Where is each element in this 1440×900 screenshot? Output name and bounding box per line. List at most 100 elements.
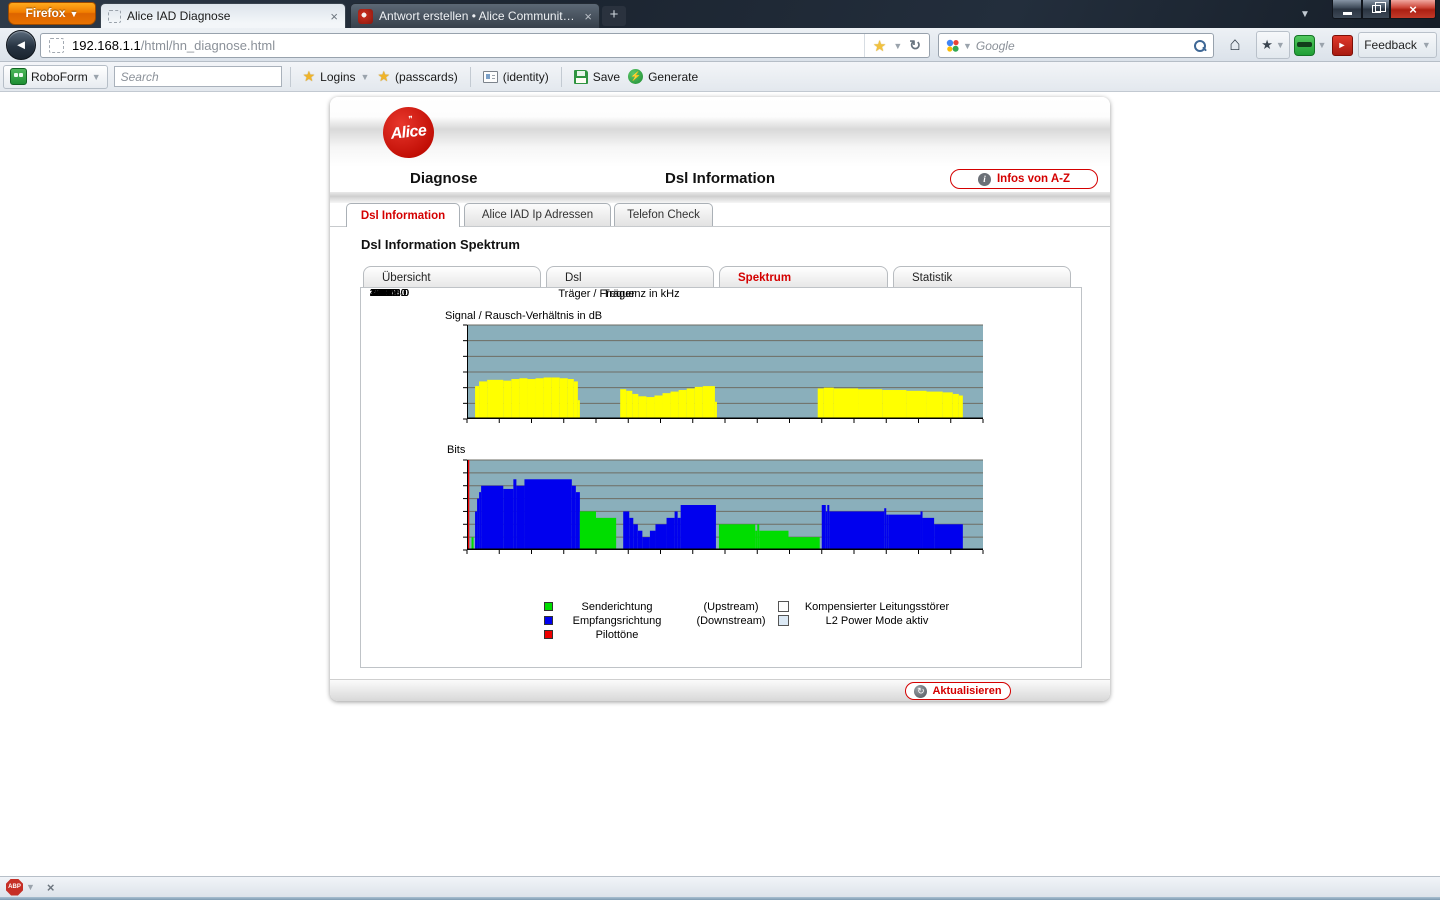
chevron-down-icon: ▼ — [1276, 40, 1285, 50]
tab-telefon-check[interactable]: Telefon Check — [614, 203, 713, 226]
header-divider — [330, 192, 1110, 203]
tick-label: 11040.0 — [361, 288, 421, 299]
roboform-search-input[interactable] — [114, 66, 282, 87]
url-host: 192.168.1.1 — [72, 38, 141, 53]
tick-label: 4096 — [361, 288, 401, 299]
tick-label: 2 — [361, 288, 387, 299]
tab-close-icon[interactable]: × — [584, 9, 592, 24]
list-all-tabs-icon[interactable]: ▼ — [1300, 9, 1310, 20]
checkbox-l2-power-mode[interactable] — [778, 615, 789, 626]
snr-x-axis-label: Träger — [361, 288, 877, 300]
tab-label: Alice IAD Ip Adressen — [482, 209, 593, 221]
roboform-identity-button[interactable]: (identity) — [483, 70, 549, 84]
roboform-menu-button[interactable]: RoboForm ▼ — [3, 65, 108, 89]
chevron-down-icon[interactable]: ▼ — [26, 882, 35, 892]
legend-direction: (Upstream) — [673, 601, 789, 613]
bookmark-star-icon[interactable]: ★ — [873, 37, 886, 55]
tick-label: 4096 — [361, 288, 401, 299]
tick-label: 0 — [361, 288, 387, 299]
back-button[interactable]: ◄ — [6, 30, 36, 60]
spectrum-panel: Signal / Rausch-Verhältnis in dB Träger … — [360, 287, 1082, 668]
aktualisieren-label: Aktualisieren — [932, 685, 1001, 697]
section-heading: Dsl Information Spektrum — [361, 237, 520, 252]
adblock-plus-icon[interactable]: ABP — [6, 879, 23, 896]
tab-alice-community[interactable]: Antwort erstellen • Alice Community ... … — [350, 3, 600, 28]
roboform-passcards-button[interactable]: ★ (passcards) — [377, 68, 457, 85]
panel-footer: ↻ Aktualisieren — [330, 679, 1110, 701]
url-bar[interactable]: 192.168.1.1/html/hn_diagnose.html ★ ▼ ↻ — [40, 33, 930, 58]
chevron-down-icon[interactable]: ▼ — [963, 41, 972, 51]
infos-label: Infos von A-Z — [997, 173, 1070, 185]
tick-label: 4416.0 — [361, 288, 421, 299]
subtab-label: Übersicht — [382, 272, 431, 284]
passcards-star-icon: ★ — [377, 68, 390, 85]
tick-label: 8 — [361, 288, 387, 299]
tab-alice-iad-diagnose[interactable]: Alice IAD Diagnose × — [100, 3, 346, 28]
subtab-uebersicht[interactable]: Übersicht — [363, 266, 541, 288]
video-download-button[interactable]: ► — [1331, 31, 1353, 59]
roboform-label: RoboForm — [31, 70, 88, 84]
minimize-button[interactable] — [1332, 0, 1362, 19]
search-input[interactable] — [976, 39, 1193, 53]
tab-close-icon[interactable]: × — [330, 9, 338, 24]
new-tab-button[interactable]: + — [602, 6, 626, 26]
subtab-label: Spektrum — [738, 272, 791, 284]
tick-label: 10 — [361, 288, 387, 299]
roboform-generate-button[interactable]: ⚡ Generate — [628, 69, 698, 84]
url-path: /html/hn_diagnose.html — [141, 38, 275, 53]
tick-label: 0.0 — [361, 288, 421, 299]
feedback-button[interactable]: Feedback▼ — [1358, 32, 1437, 58]
restore-button[interactable] — [1362, 0, 1390, 19]
tick-label: 13248.0 — [361, 288, 421, 299]
subtab-dsl[interactable]: Dsl — [546, 266, 714, 288]
page-header: Diagnose Dsl Information i Infos von A-Z — [330, 167, 1110, 192]
firefox-menu-button[interactable]: Firefox▼ — [8, 2, 96, 25]
alice-logo: ❞ Alice — [380, 104, 436, 160]
tick-label: 256 — [361, 288, 401, 299]
tick-label: 50 — [361, 288, 387, 299]
close-button[interactable]: × — [1390, 0, 1436, 19]
tick-label: 12 — [361, 288, 387, 299]
search-bar[interactable]: ▼ — [938, 33, 1214, 58]
roboform-logins-button[interactable]: ★ Logins ▼ — [303, 68, 370, 85]
chevron-down-icon[interactable]: ▼ — [893, 41, 902, 51]
extension-green-button[interactable]: ▼ — [1293, 31, 1327, 59]
tick-label: 2048 — [361, 288, 401, 299]
addon-bar-close-icon[interactable]: × — [47, 880, 55, 895]
home-icon: ⌂ — [1229, 34, 1240, 56]
tab-title: Antwort erstellen • Alice Community ... — [379, 9, 579, 23]
alice-panel: ❞ Alice Diagnose Dsl Information i Infos… — [330, 97, 1110, 701]
tick-label: 20 — [361, 288, 387, 299]
infos-von-a-z-button[interactable]: i Infos von A-Z — [950, 169, 1098, 189]
tick-label: 1792 — [361, 288, 401, 299]
snr-plot — [467, 325, 983, 419]
save-label: Save — [593, 70, 620, 84]
save-floppy-icon — [574, 70, 588, 84]
reload-icon[interactable]: ↻ — [909, 37, 921, 54]
google-icon[interactable] — [945, 38, 961, 54]
site-identity-icon[interactable] — [49, 38, 64, 53]
roboform-save-button[interactable]: Save — [574, 70, 620, 84]
home-button[interactable]: ⌂ — [1222, 31, 1248, 59]
browser-window: Firefox▼ Alice IAD Diagnose × Antwort er… — [0, 0, 1440, 900]
aktualisieren-button[interactable]: ↻ Aktualisieren — [905, 682, 1011, 700]
url-text: 192.168.1.1/html/hn_diagnose.html — [72, 38, 275, 53]
addon-bar: ABP ▼ × — [0, 876, 1440, 897]
identity-label: (identity) — [503, 70, 549, 84]
tick-label: 3840 — [361, 288, 401, 299]
logo-accent: ❞ — [408, 114, 413, 123]
bookmarks-menu-button[interactable]: ★▼ — [1256, 31, 1290, 59]
search-magnifier-icon[interactable] — [1193, 39, 1207, 53]
subtab-statistik[interactable]: Statistik — [893, 266, 1071, 288]
tab-dsl-information[interactable]: Dsl Information — [346, 203, 460, 227]
alice-logo-text: Alice — [390, 122, 427, 144]
tick-label: 768 — [361, 288, 401, 299]
checkbox-kompensierter-leitungsstoerer[interactable] — [778, 601, 789, 612]
tick-label: 0 — [361, 288, 401, 299]
firefox-menu-label: Firefox — [26, 6, 66, 20]
subtab-spektrum[interactable]: Spektrum — [719, 266, 888, 288]
tick-label: 3328 — [361, 288, 401, 299]
sub-tab-bar: Übersicht Dsl Spektrum Statistik — [330, 266, 1110, 288]
tick-label: 2208.0 — [361, 288, 421, 299]
tab-alice-iad-ip-adressen[interactable]: Alice IAD Ip Adressen — [464, 203, 611, 226]
